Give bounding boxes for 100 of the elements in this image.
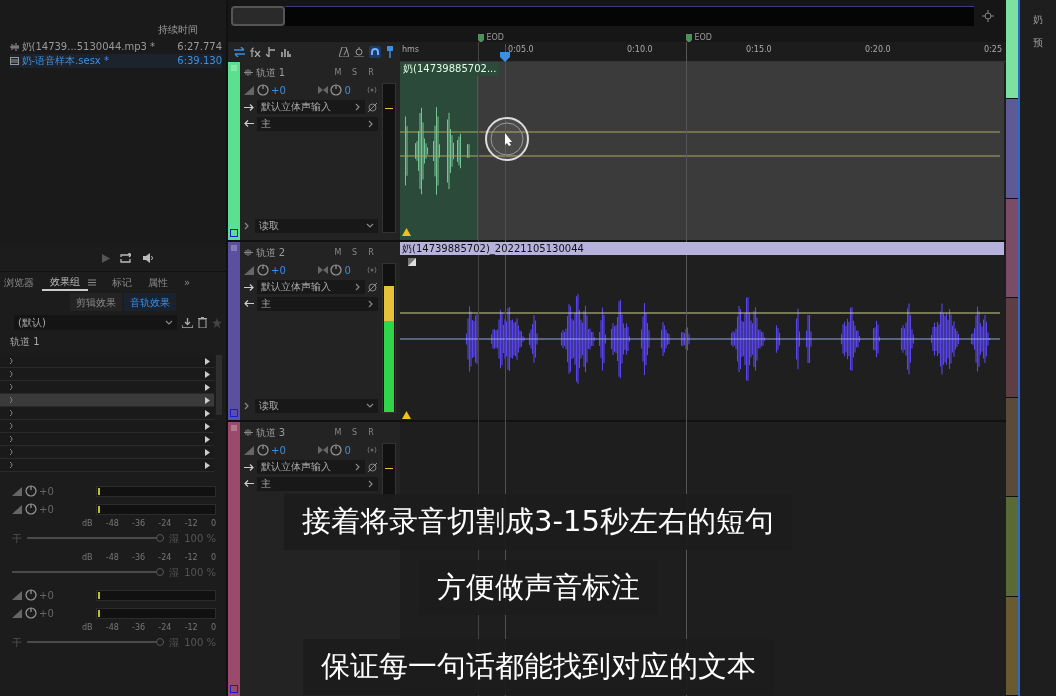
star-icon[interactable]	[212, 317, 222, 328]
file-row[interactable]: 奶-语音样本.sesx * 6:39.130	[10, 54, 222, 68]
ruler-label: 0:10.0	[627, 44, 654, 56]
output-dropdown[interactable]: 主	[256, 476, 378, 491]
volume-icon	[244, 445, 254, 455]
grip-icon[interactable]	[231, 425, 237, 431]
slider-thumb[interactable]	[156, 568, 165, 576]
phase-icon[interactable]	[367, 461, 378, 473]
caret-icon[interactable]	[366, 403, 374, 409]
track-toggle-button[interactable]: S	[347, 426, 362, 439]
metronome-icon[interactable]	[339, 47, 349, 57]
trash-icon[interactable]	[198, 317, 207, 328]
automation-dropdown[interactable]: 读取	[255, 399, 378, 413]
scale-label: -36	[132, 622, 146, 634]
input-dropdown[interactable]: 默认立体声输入	[256, 460, 365, 474]
track-toggle-button[interactable]: S	[347, 66, 362, 79]
automation-dropdown[interactable]: 读取	[255, 219, 378, 233]
panel-tab[interactable]: 属性	[140, 275, 176, 290]
panel-tab[interactable]: 标记	[104, 275, 140, 290]
phase-icon[interactable]	[367, 281, 378, 293]
grip-icon[interactable]	[231, 65, 237, 71]
input-arrow-icon	[244, 283, 254, 291]
pan-icon	[317, 86, 328, 94]
envelope-line[interactable]	[400, 130, 1000, 160]
ruler-unit: hms	[401, 44, 421, 56]
knob[interactable]	[256, 444, 269, 456]
slider-thumb[interactable]	[156, 638, 165, 646]
send-icon[interactable]	[266, 47, 276, 57]
panel-tab[interactable]: 效果组	[42, 274, 88, 291]
chevron-icon[interactable]	[244, 222, 250, 230]
audio-clip[interactable]	[400, 76, 478, 240]
grip-icon[interactable]	[231, 245, 237, 251]
monitor-icon[interactable]	[366, 267, 378, 273]
knob[interactable]	[24, 607, 37, 619]
sub-tab[interactable]: 音轨效果	[124, 293, 176, 311]
gain-value: +0	[39, 588, 55, 603]
output-dropdown[interactable]: 主	[256, 116, 378, 131]
audio-clip[interactable]: 奶(14739885702)_20221105130044	[400, 242, 1004, 420]
track-toggle-button[interactable]: R	[364, 426, 378, 439]
input-dropdown[interactable]: 默认立体声输入	[256, 280, 365, 294]
knob[interactable]	[330, 264, 342, 276]
caret-icon[interactable]	[165, 319, 173, 326]
session-icon	[10, 57, 19, 65]
knob[interactable]	[330, 84, 342, 96]
track-toggle-button[interactable]: R	[364, 246, 378, 259]
input-arrow-icon	[244, 463, 254, 471]
speaker-icon[interactable]	[141, 253, 154, 263]
track-toggle-button[interactable]: R	[364, 66, 378, 79]
loop-icon[interactable]	[120, 253, 131, 263]
slider-thumb[interactable]	[156, 534, 165, 542]
scroll-thumb[interactable]	[231, 6, 285, 26]
swap-icon[interactable]	[234, 47, 245, 57]
pin-icon[interactable]	[386, 46, 394, 58]
ruler-label: 0:20.0	[865, 44, 892, 56]
gain-value: +0	[39, 606, 55, 621]
mix-slider-track[interactable]	[27, 638, 165, 646]
menu-icon[interactable]	[88, 279, 96, 286]
knob[interactable]	[24, 503, 37, 515]
input-dropdown[interactable]: 默认立体声输入	[256, 100, 365, 114]
eq-icon[interactable]	[281, 47, 291, 57]
track-toggle-button[interactable]: S	[347, 246, 362, 259]
panel-label: 预	[1033, 36, 1043, 50]
marker-icon[interactable]	[478, 33, 484, 43]
file-row[interactable]: 奶(14739...5130044.mp3 * 6:27.774	[10, 40, 222, 54]
knob[interactable]	[256, 84, 269, 96]
snap-icon[interactable]	[369, 46, 381, 58]
knob[interactable]	[24, 485, 37, 497]
output-dropdown[interactable]: 主	[256, 296, 378, 311]
monitor-icon[interactable]	[366, 447, 378, 453]
phase-icon[interactable]	[367, 101, 378, 113]
knob[interactable]	[256, 264, 269, 276]
sub-tab[interactable]: 剪辑效果	[70, 293, 122, 311]
marker-icon[interactable]	[686, 33, 692, 43]
overflow-button[interactable]: »	[176, 275, 199, 290]
mix-slider-track[interactable]	[12, 568, 165, 576]
knob[interactable]	[24, 589, 37, 601]
warning-icon	[402, 228, 411, 236]
select-icon[interactable]	[230, 229, 238, 237]
preset-dropdown[interactable]: (默认)	[14, 315, 177, 330]
zoom-icon[interactable]	[982, 10, 994, 22]
scale-label: 0	[210, 622, 216, 634]
scale-label: -36	[132, 552, 146, 564]
pan-value: 0	[344, 443, 352, 458]
gain-value: +0	[39, 484, 55, 499]
panel-tab[interactable]: 浏览器	[0, 275, 42, 290]
monitor-icon[interactable]	[366, 87, 378, 93]
fx-icon[interactable]	[250, 47, 261, 57]
track-toggle-button[interactable]: M	[331, 426, 345, 439]
timer-icon[interactable]	[354, 47, 364, 57]
caret-icon[interactable]	[366, 223, 374, 229]
fade-icon[interactable]	[408, 258, 416, 266]
chevron-icon[interactable]	[244, 402, 250, 410]
mix-value: 100 %	[184, 635, 216, 650]
download-icon[interactable]	[182, 317, 193, 328]
ruler-label: 0:25	[984, 44, 1002, 56]
knob[interactable]	[330, 444, 342, 456]
track-toggle-button[interactable]: M	[331, 66, 345, 79]
output-arrow-icon	[244, 480, 254, 487]
mix-slider-track[interactable]	[27, 534, 165, 542]
track-toggle-button[interactable]: M	[331, 246, 345, 259]
